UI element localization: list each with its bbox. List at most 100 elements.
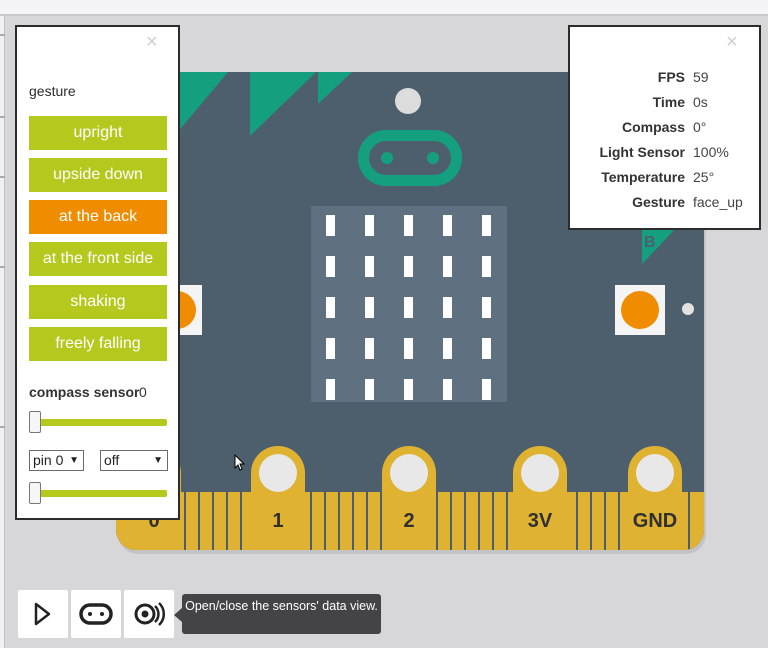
led xyxy=(326,215,335,236)
led xyxy=(326,256,335,277)
sensor-value: 0° xyxy=(693,119,707,135)
edge-connector-divider xyxy=(590,492,592,550)
pin-slider-track[interactable] xyxy=(35,490,167,497)
pin-slider-thumb[interactable] xyxy=(29,482,41,504)
gesture-button-at-the-front-side[interactable]: at the front side xyxy=(29,242,167,276)
pin-pad-gnd: GND xyxy=(628,446,682,550)
edge-connector-divider xyxy=(310,492,312,550)
edge-connector-divider xyxy=(226,492,228,550)
gesture-button-freely-falling[interactable]: freely falling xyxy=(29,327,167,361)
button-b-core[interactable] xyxy=(621,291,659,329)
gesture-button-shaking[interactable]: shaking xyxy=(29,285,167,319)
edge-connector-divider xyxy=(184,492,186,550)
gesture-button-at-the-back[interactable]: at the back xyxy=(29,200,167,234)
gesture-button-upright[interactable]: upright xyxy=(29,116,167,150)
compass-sensor-value: 0 xyxy=(139,384,147,400)
compass-slider-thumb[interactable] xyxy=(29,411,41,433)
sensor-name: Time xyxy=(652,94,685,110)
sensors-icon xyxy=(134,602,166,626)
left-edge-bar xyxy=(0,16,5,648)
pin-label: GND xyxy=(632,510,678,532)
led xyxy=(404,338,413,359)
left-edge-tick xyxy=(0,176,5,178)
board-corner-triangle xyxy=(176,72,228,134)
close-icon[interactable]: × xyxy=(146,32,158,52)
close-icon[interactable]: × xyxy=(726,32,738,52)
sensor-name: FPS xyxy=(657,69,685,85)
pin-pad-2[interactable]: 2 xyxy=(382,446,436,550)
compass-slider-track[interactable] xyxy=(35,419,167,426)
led xyxy=(326,297,335,318)
gesture-panel: × gesture upright upside down at the bac… xyxy=(15,25,180,520)
pin-hole xyxy=(259,454,297,492)
edge-connector-divider xyxy=(478,492,480,550)
sensor-row-gesture: Gesture face_up xyxy=(570,194,763,214)
sensor-name: Gesture xyxy=(632,194,685,210)
led xyxy=(365,215,374,236)
led xyxy=(326,338,335,359)
sensor-value: 59 xyxy=(693,69,709,85)
gesture-button-upside-down[interactable]: upside down xyxy=(29,158,167,192)
microphone-hole xyxy=(395,88,421,114)
pin-select[interactable]: pin 0 ▼ xyxy=(29,450,84,471)
left-edge-tick xyxy=(0,426,5,428)
logo-dot xyxy=(381,152,393,164)
led xyxy=(326,379,335,400)
led xyxy=(482,379,491,400)
led xyxy=(365,256,374,277)
sensor-value: 100% xyxy=(693,144,729,160)
left-edge-tick xyxy=(0,266,5,268)
sensor-row-time: Time 0s xyxy=(570,94,763,114)
edge-connector-divider xyxy=(576,492,578,550)
pin-hole xyxy=(521,454,559,492)
dropdown-arrow-icon: ▼ xyxy=(69,455,79,466)
edge-connector-divider xyxy=(436,492,438,550)
pin-select-value: pin 0 xyxy=(33,452,64,468)
pin-state-select[interactable]: off ▼ xyxy=(100,450,168,471)
edge-connector-divider xyxy=(324,492,326,550)
edge-connector-divider xyxy=(450,492,452,550)
led xyxy=(365,338,374,359)
edge-connector-divider xyxy=(240,492,242,550)
edge-connector-divider xyxy=(338,492,340,550)
pin-pad-3v: 3V xyxy=(513,446,567,550)
button-b-marker: B xyxy=(642,228,676,264)
tooltip-arrow xyxy=(174,608,182,622)
sensor-name: Temperature xyxy=(601,169,685,185)
board-corner-triangle xyxy=(250,72,316,136)
sensor-name: Light Sensor xyxy=(599,144,685,160)
edge-connector-divider xyxy=(464,492,466,550)
sensors-toggle-button[interactable] xyxy=(124,590,174,638)
pin-label: 1 xyxy=(272,510,284,532)
sensor-row-compass: Compass 0° xyxy=(570,119,763,139)
sensor-row-temperature: Temperature 25° xyxy=(570,169,763,189)
dropdown-arrow-icon: ▼ xyxy=(153,455,163,466)
edge-connector-divider xyxy=(198,492,200,550)
led xyxy=(443,215,452,236)
led xyxy=(365,297,374,318)
play-button[interactable] xyxy=(18,590,68,638)
left-edge-tick xyxy=(0,34,5,36)
mouse-pointer-icon xyxy=(234,454,246,471)
gesture-title: gesture xyxy=(29,83,76,99)
edge-connector-divider xyxy=(492,492,494,550)
pin-state-select-value: off xyxy=(104,452,120,468)
top-bar xyxy=(0,0,768,16)
pin-label: 3V xyxy=(527,510,553,532)
play-icon xyxy=(34,602,51,626)
edge-connector-divider xyxy=(618,492,620,550)
pin-pad-1[interactable]: 1 xyxy=(251,446,305,550)
left-edge-tick xyxy=(0,116,5,118)
sensor-value: 25° xyxy=(693,169,715,185)
led xyxy=(482,338,491,359)
sensor-value: 0s xyxy=(693,94,708,110)
microbit-logo xyxy=(358,130,462,186)
board-view-button[interactable] xyxy=(71,590,121,638)
led xyxy=(404,215,413,236)
edge-connector-divider xyxy=(604,492,606,550)
led xyxy=(443,338,452,359)
edge-connector-divider xyxy=(366,492,368,550)
button-b[interactable] xyxy=(615,285,665,335)
sensor-name: Compass xyxy=(621,119,685,135)
microbit-board-icon xyxy=(79,603,113,625)
